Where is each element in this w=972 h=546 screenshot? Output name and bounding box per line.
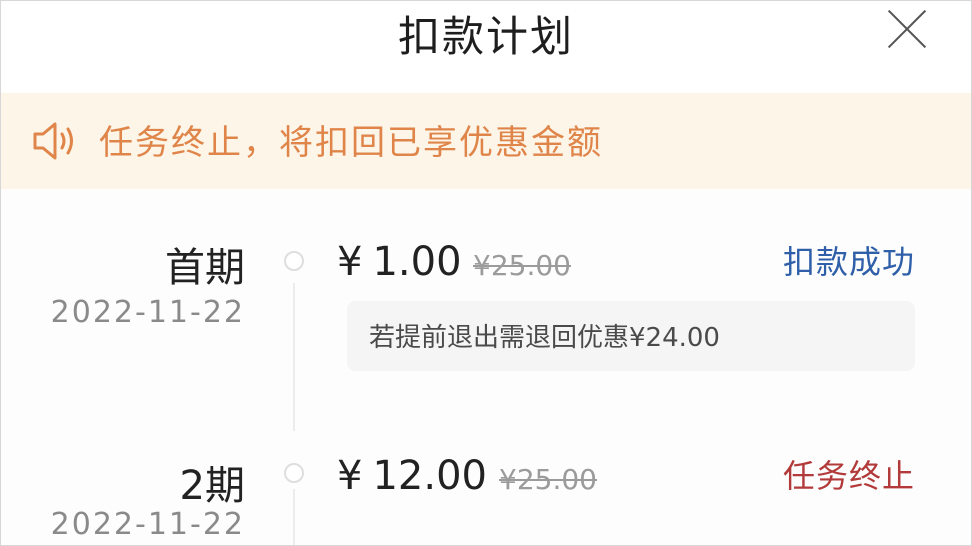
period-date: 2022-11-22 bbox=[50, 295, 245, 330]
original-price: ¥25.00 bbox=[499, 463, 597, 496]
period-date: 2022-11-22 bbox=[50, 507, 245, 542]
close-icon[interactable] bbox=[885, 7, 929, 51]
period-label: 首期 bbox=[165, 245, 245, 291]
period-label: 2期 bbox=[179, 463, 245, 509]
dialog-header: 扣款计划 bbox=[1, 1, 971, 93]
dialog-title: 扣款计划 bbox=[397, 12, 574, 61]
timeline-dot bbox=[284, 463, 304, 483]
payment-plan-dialog: 扣款计划 任务终止，将扣回已享优惠金额 首期 2022-11-22 ¥1.00 … bbox=[0, 0, 972, 546]
refund-tip: 若提前退出需退回优惠¥24.00 bbox=[347, 301, 915, 371]
speaker-icon bbox=[33, 122, 73, 160]
notice-bar: 任务终止，将扣回已享优惠金额 bbox=[1, 93, 971, 189]
notice-text: 任务终止，将扣回已享优惠金额 bbox=[99, 123, 603, 163]
currency-symbol: ¥ bbox=[337, 453, 363, 499]
payment-amount: ¥12.00 bbox=[337, 453, 487, 499]
status-label: 扣款成功 bbox=[782, 243, 915, 281]
original-price: ¥25.00 bbox=[473, 249, 571, 282]
currency-symbol: ¥ bbox=[337, 239, 363, 285]
amount-value: 12.00 bbox=[372, 453, 487, 499]
payment-amount: ¥1.00 bbox=[337, 239, 462, 285]
timeline-dot bbox=[284, 251, 304, 271]
amount-value: 1.00 bbox=[372, 239, 462, 285]
status-label: 任务终止 bbox=[782, 457, 915, 495]
refund-tip-text: 若提前退出需退回优惠¥24.00 bbox=[369, 323, 720, 353]
timeline-line bbox=[293, 489, 295, 545]
timeline-line bbox=[293, 283, 295, 431]
